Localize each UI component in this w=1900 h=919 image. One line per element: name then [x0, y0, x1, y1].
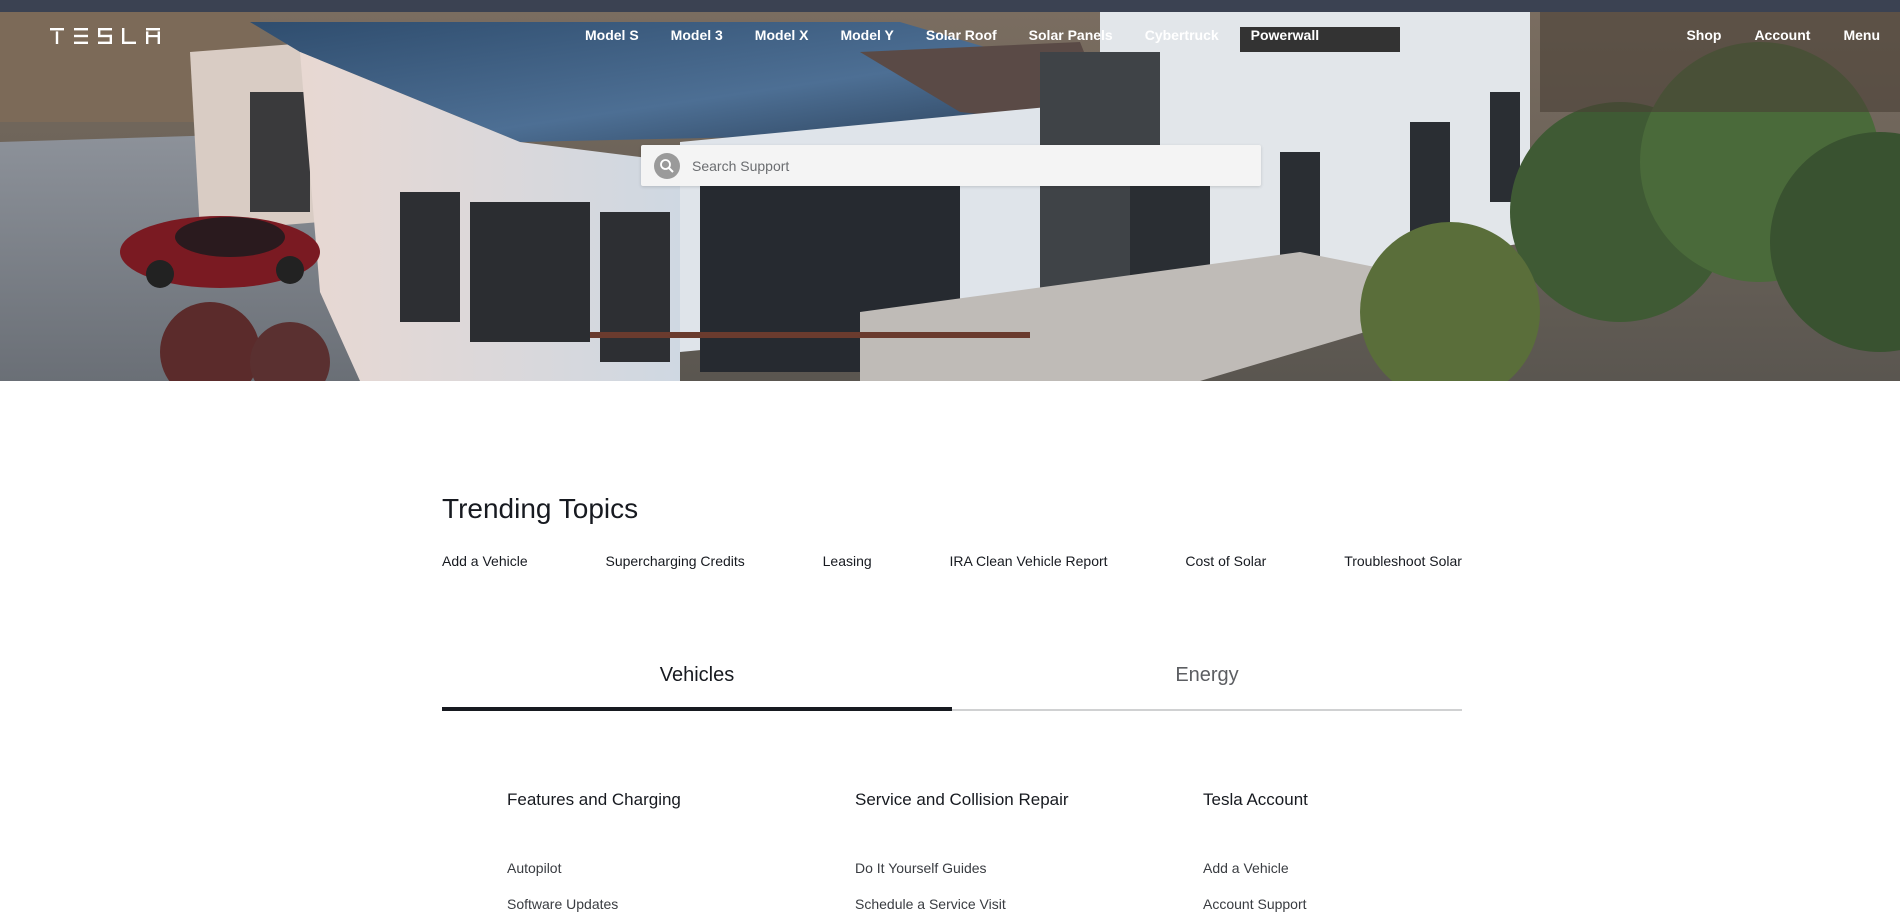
nav-menu[interactable]: Menu [1843, 27, 1880, 43]
nav-model-x[interactable]: Model X [755, 27, 809, 43]
primary-nav: Model S Model 3 Model X Model Y Solar Ro… [585, 27, 1351, 43]
nav-model-y[interactable]: Model Y [840, 27, 893, 43]
section-features-charging: Features and Charging Autopilot Software… [507, 790, 681, 912]
trending-cost-of-solar[interactable]: Cost of Solar [1185, 553, 1266, 569]
tab-energy[interactable]: Energy [952, 654, 1462, 711]
support-search-bar [641, 145, 1261, 186]
link-software-updates[interactable]: Software Updates [507, 896, 618, 912]
section-links: Autopilot Software Updates [507, 860, 618, 919]
nav-cybertruck[interactable]: Cybertruck [1145, 27, 1219, 43]
browser-top-strip [0, 0, 1900, 12]
tab-energy-label: Energy [1175, 664, 1239, 686]
nav-powerwall[interactable]: Powerwall [1251, 27, 1319, 43]
tab-vehicles[interactable]: Vehicles [442, 654, 952, 711]
trending-leasing[interactable]: Leasing [823, 553, 872, 569]
nav-solar-panels[interactable]: Solar Panels [1029, 27, 1113, 43]
trending-add-vehicle[interactable]: Add a Vehicle [442, 553, 528, 569]
section-title: Tesla Account [1203, 790, 1308, 809]
category-tabs: Vehicles Energy [442, 654, 1462, 711]
hero-image [0, 12, 1900, 381]
link-schedule-service[interactable]: Schedule a Service Visit [855, 896, 1006, 912]
trending-topics-list: Add a Vehicle Supercharging Credits Leas… [442, 553, 1462, 569]
trending-troubleshoot-solar[interactable]: Troubleshoot Solar [1344, 553, 1462, 569]
tesla-logo[interactable] [50, 28, 172, 44]
trending-supercharging-credits[interactable]: Supercharging Credits [605, 553, 744, 569]
hero-house-photo [0, 12, 1900, 381]
search-input[interactable] [692, 157, 1212, 174]
secondary-nav: Shop Account Menu [1653, 27, 1880, 43]
section-service-repair: Service and Collision Repair Do It Yours… [855, 790, 1069, 912]
top-navigation: Model S Model 3 Model X Model Y Solar Ro… [0, 12, 1900, 60]
trending-topics-heading: Trending Topics [442, 493, 639, 524]
nav-model-3[interactable]: Model 3 [671, 27, 723, 43]
nav-model-s[interactable]: Model S [585, 27, 639, 43]
trending-ira-report[interactable]: IRA Clean Vehicle Report [950, 553, 1108, 569]
section-title: Features and Charging [507, 790, 681, 809]
link-autopilot[interactable]: Autopilot [507, 860, 618, 876]
link-add-vehicle[interactable]: Add a Vehicle [1203, 860, 1307, 876]
nav-shop[interactable]: Shop [1686, 27, 1721, 43]
link-account-support[interactable]: Account Support [1203, 896, 1307, 912]
link-diy-guides[interactable]: Do It Yourself Guides [855, 860, 1006, 876]
search-icon [654, 152, 680, 179]
nav-account[interactable]: Account [1754, 27, 1810, 43]
section-links: Add a Vehicle Account Support [1203, 860, 1307, 919]
tab-vehicles-label: Vehicles [659, 664, 735, 686]
nav-solar-roof[interactable]: Solar Roof [926, 27, 997, 43]
section-tesla-account: Tesla Account Add a Vehicle Account Supp… [1203, 790, 1308, 912]
section-links: Do It Yourself Guides Schedule a Service… [855, 860, 1006, 919]
section-title: Service and Collision Repair [855, 790, 1069, 809]
